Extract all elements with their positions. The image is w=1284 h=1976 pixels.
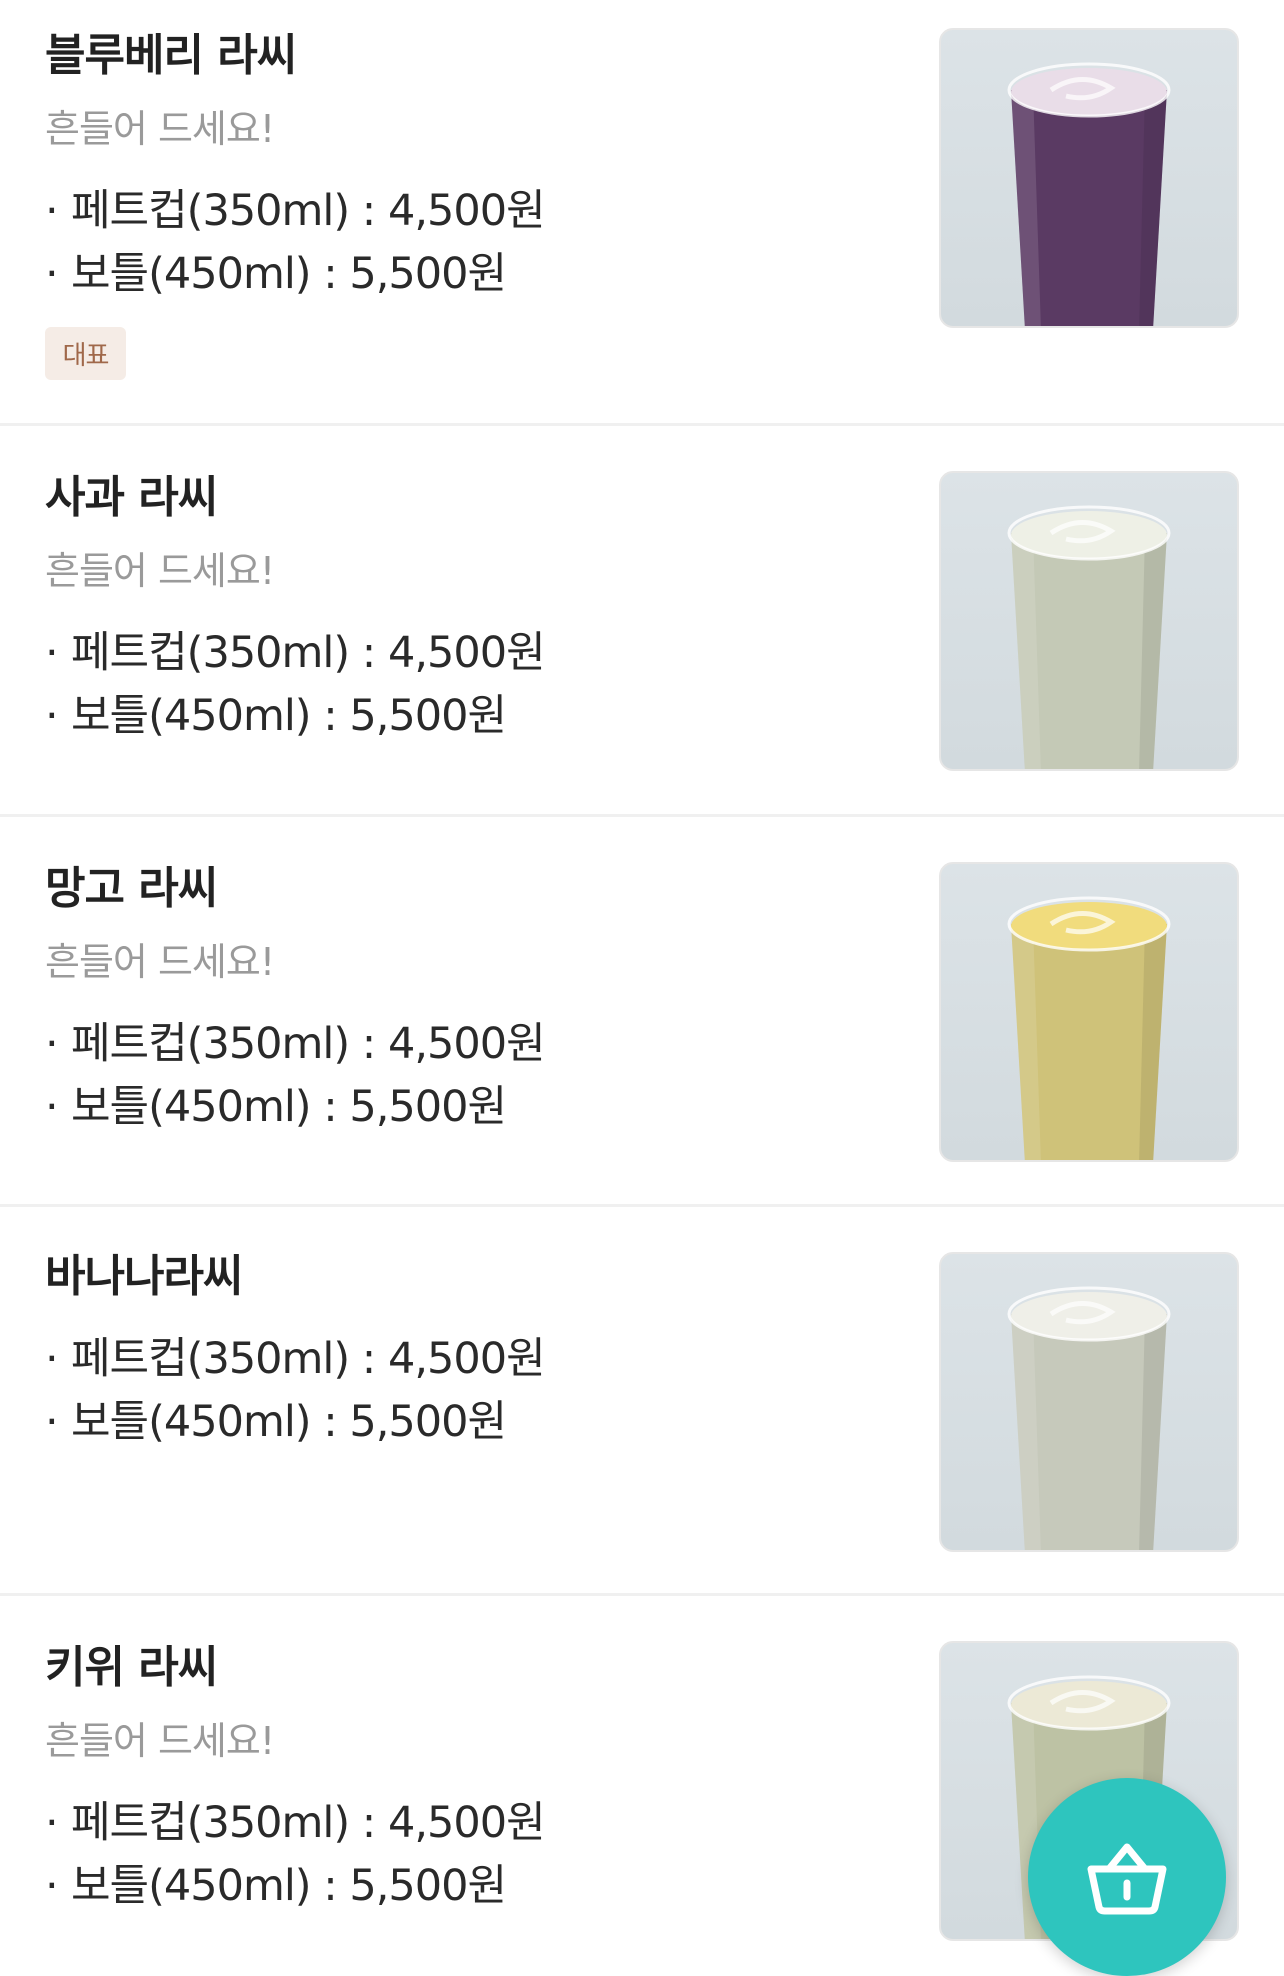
signature-badge: 대표 — [45, 327, 126, 380]
price-cup: 페트컵(350ml) : 4,500원 — [71, 186, 546, 236]
cart-button[interactable] — [1028, 1778, 1226, 1976]
bullet: · — [45, 1082, 59, 1132]
price-line-bottle: · 보틀(450ml) : 5,500원 — [45, 691, 507, 741]
bullet: · — [45, 1861, 59, 1911]
drink-glass-illustration — [1007, 1286, 1171, 1550]
price-cup: 페트컵(350ml) : 4,500원 — [71, 1334, 546, 1384]
price-bottle: 보틀(450ml) : 5,500원 — [71, 1397, 507, 1447]
bullet: · — [45, 1397, 59, 1447]
menu-item-mango-lassi[interactable]: 망고 라씨 흔들어 드세요! · 페트컵(350ml) : 4,500원 · 보틀(… — [0, 817, 1284, 1207]
price-line-cup: · 페트컵(350ml) : 4,500원 — [45, 628, 546, 678]
price-line-bottle: · 보틀(450ml) : 5,500원 — [45, 249, 507, 299]
price-line-cup: · 페트컵(350ml) : 4,500원 — [45, 1019, 546, 1069]
price-bottle: 보틀(450ml) : 5,500원 — [71, 1082, 507, 1132]
price-cup: 페트컵(350ml) : 4,500원 — [71, 1798, 546, 1848]
menu-item-name: 바나나라씨 — [45, 1251, 243, 1302]
menu-item-name: 키위 라씨 — [45, 1642, 218, 1693]
bullet: · — [45, 1019, 59, 1069]
price-cup: 페트컵(350ml) : 4,500원 — [71, 628, 546, 678]
menu-item-description: 흔들어 드세요! — [45, 107, 275, 151]
drink-glass-illustration — [1007, 896, 1171, 1160]
price-cup: 페트컵(350ml) : 4,500원 — [71, 1019, 546, 1069]
price-bottle: 보틀(450ml) : 5,500원 — [71, 691, 507, 741]
drink-glass-illustration — [1007, 62, 1171, 326]
menu-item-photo[interactable] — [939, 471, 1239, 771]
menu-item-banana-lassi[interactable]: 바나나라씨 · 페트컵(350ml) : 4,500원 · 보틀(450ml) : … — [0, 1207, 1284, 1596]
drink-glass-illustration — [1007, 505, 1171, 769]
bullet: · — [45, 1334, 59, 1384]
price-bottle: 보틀(450ml) : 5,500원 — [71, 1861, 507, 1911]
price-line-bottle: · 보틀(450ml) : 5,500원 — [45, 1082, 507, 1132]
menu-item-photo[interactable] — [939, 1252, 1239, 1552]
price-line-bottle: · 보틀(450ml) : 5,500원 — [45, 1861, 507, 1911]
menu-item-description: 흔들어 드세요! — [45, 940, 275, 984]
menu-item-blueberry-lassi[interactable]: 블루베리 라씨 흔들어 드세요! · 페트컵(350ml) : 4,500원 · 보… — [0, 0, 1284, 426]
price-line-cup: · 페트컵(350ml) : 4,500원 — [45, 186, 546, 236]
bullet: · — [45, 1798, 59, 1848]
menu-item-apple-lassi[interactable]: 사과 라씨 흔들어 드세요! · 페트컵(350ml) : 4,500원 · 보틀(… — [0, 426, 1284, 817]
price-line-cup: · 페트컵(350ml) : 4,500원 — [45, 1798, 546, 1848]
menu-item-name: 망고 라씨 — [45, 863, 218, 914]
menu-item-name: 블루베리 라씨 — [45, 30, 297, 81]
menu-item-name: 사과 라씨 — [45, 472, 218, 523]
price-line-bottle: · 보틀(450ml) : 5,500원 — [45, 1397, 507, 1447]
price-bottle: 보틀(450ml) : 5,500원 — [71, 249, 507, 299]
menu-item-photo[interactable] — [939, 862, 1239, 1162]
menu-item-photo[interactable] — [939, 28, 1239, 328]
bullet: · — [45, 186, 59, 236]
menu-item-description: 흔들어 드세요! — [45, 549, 275, 593]
price-line-cup: · 페트컵(350ml) : 4,500원 — [45, 1334, 546, 1384]
basket-icon — [1087, 1843, 1167, 1915]
bullet: · — [45, 249, 59, 299]
menu-item-description: 흔들어 드세요! — [45, 1719, 275, 1763]
bullet: · — [45, 628, 59, 678]
bullet: · — [45, 691, 59, 741]
